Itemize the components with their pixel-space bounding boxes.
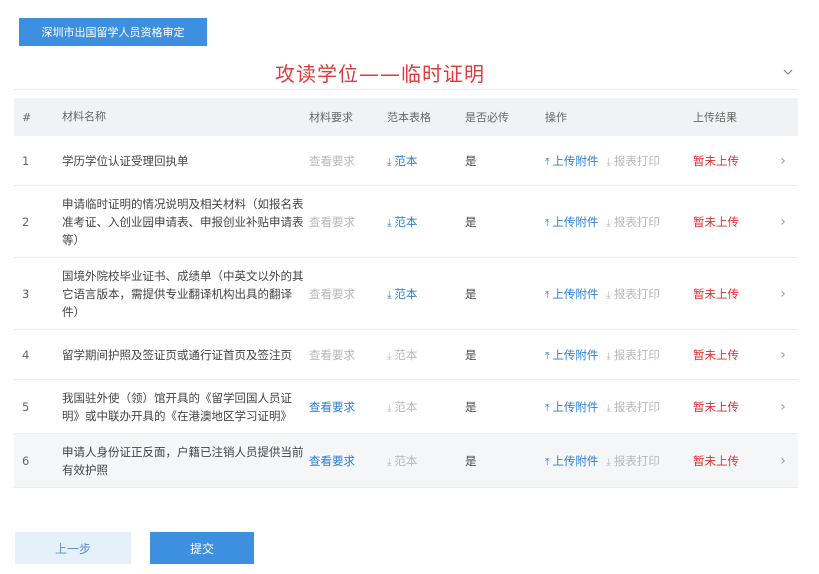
download-icon: ⤓ <box>387 456 392 468</box>
upload-attachment-button[interactable]: ⤒ 上传附件 <box>545 287 598 301</box>
download-icon: ⤓ <box>606 289 611 301</box>
header-num: # <box>22 110 32 124</box>
material-name: 申请人身份证正反面，户籍已注销人员提供当前有效护照 <box>62 444 304 477</box>
print-report-button[interactable]: ⤓ 报表打印 <box>606 454 659 468</box>
material-name: 国境外院校毕业证书、成绩单（中英文以外的其它语言版本，需提供专业翻译机构出具的翻… <box>62 268 304 319</box>
operations: ⤒ 上传附件 ⤓ 报表打印 <box>540 153 688 169</box>
header-template: 范本表格 <box>387 111 431 124</box>
table-row[interactable]: 2 申请临时证明的情况说明及相关材料（如报名表准考证、入创业园申请表、申报创业补… <box>14 186 798 258</box>
header-required: 是否必传 <box>465 111 509 124</box>
download-icon: ⤓ <box>387 217 392 229</box>
row-num: 3 <box>22 286 30 301</box>
operations: ⤒ 上传附件 ⤓ 报表打印 <box>540 347 688 363</box>
tab-qualification-review[interactable]: 深圳市出国留学人员资格审定 <box>19 18 207 46</box>
upload-attachment-button[interactable]: ⤒ 上传附件 <box>545 348 598 362</box>
upload-status: 暂未上传 <box>693 399 739 414</box>
table-row[interactable]: 5 我国驻外使（领）馆开具的《留学回国人员证明》或中联办开具的《在港澳地区学习证… <box>14 380 798 434</box>
template-download-link[interactable]: ⤓ 范本 <box>382 347 460 363</box>
chevron-right-icon[interactable]: › <box>768 347 798 363</box>
required-flag: 是 <box>465 347 477 362</box>
view-requirement-link[interactable]: 查看要求 <box>304 214 382 230</box>
view-requirement-link[interactable]: 查看要求 <box>304 453 382 469</box>
table-row[interactable]: 1 学历学位认证受理回执单 查看要求 ⤓ 范本 是 ⤒ 上传附件 ⤓ 报表打印 暂未上传… <box>14 136 798 186</box>
upload-attachment-button[interactable]: ⤒ 上传附件 <box>545 154 598 168</box>
template-download-link[interactable]: ⤓ 范本 <box>382 153 460 169</box>
chevron-down-icon[interactable] <box>779 66 797 84</box>
view-requirement-link[interactable]: 查看要求 <box>304 286 382 302</box>
download-icon: ⤓ <box>606 456 611 468</box>
required-flag: 是 <box>465 453 477 468</box>
template-download-link[interactable]: ⤓ 范本 <box>382 453 460 469</box>
chevron-right-icon[interactable]: › <box>768 153 798 169</box>
print-report-button[interactable]: ⤓ 报表打印 <box>606 400 659 414</box>
page-title: 攻读学位——临时证明 <box>275 62 485 86</box>
upload-status: 暂未上传 <box>693 453 739 468</box>
prev-step-button[interactable]: 上一步 <box>15 532 131 564</box>
template-download-link[interactable]: ⤓ 范本 <box>382 214 460 230</box>
view-requirement-link[interactable]: 查看要求 <box>304 399 382 415</box>
header-operation: 操作 <box>545 111 567 124</box>
material-name: 留学期间护照及签证页或通行证首页及签注页 <box>62 347 292 362</box>
template-download-link[interactable]: ⤓ 范本 <box>382 286 460 302</box>
view-requirement-link[interactable]: 查看要求 <box>304 153 382 169</box>
upload-attachment-button[interactable]: ⤒ 上传附件 <box>545 215 598 229</box>
download-icon: ⤓ <box>387 402 392 414</box>
download-icon: ⤓ <box>387 289 392 301</box>
download-icon: ⤓ <box>606 217 611 229</box>
download-icon: ⤓ <box>606 156 611 168</box>
chevron-right-icon[interactable]: › <box>768 214 798 230</box>
table-row[interactable]: 6 申请人身份证正反面，户籍已注销人员提供当前有效护照 查看要求 ⤓ 范本 是 ⤒… <box>14 434 798 488</box>
print-report-button[interactable]: ⤓ 报表打印 <box>606 287 659 301</box>
download-icon: ⤓ <box>606 350 611 362</box>
required-flag: 是 <box>465 214 477 229</box>
table-row[interactable]: 3 国境外院校毕业证书、成绩单（中英文以外的其它语言版本，需提供专业翻译机构出具… <box>14 258 798 330</box>
view-requirement-link[interactable]: 查看要求 <box>304 347 382 363</box>
row-num: 1 <box>22 153 30 168</box>
operations: ⤒ 上传附件 ⤓ 报表打印 <box>540 214 688 230</box>
chevron-right-icon[interactable]: › <box>768 286 798 302</box>
upload-status: 暂未上传 <box>693 153 739 168</box>
submit-button[interactable]: 提交 <box>150 532 254 564</box>
table-header: # 材料名称 材料要求 范本表格 是否必传 操作 上传结果 <box>14 98 798 136</box>
divider <box>14 89 798 90</box>
materials-table: # 材料名称 材料要求 范本表格 是否必传 操作 上传结果 1 学历学位认证受理… <box>14 98 798 488</box>
upload-icon: ⤒ <box>545 456 550 468</box>
download-icon: ⤓ <box>387 350 392 362</box>
download-icon: ⤓ <box>387 156 392 168</box>
row-num: 6 <box>22 453 30 468</box>
material-name: 学历学位认证受理回执单 <box>62 153 189 168</box>
upload-status: 暂未上传 <box>693 214 739 229</box>
material-name: 我国驻外使（领）馆开具的《留学回国人员证明》或中联办开具的《在港澳地区学习证明》 <box>62 390 292 423</box>
operations: ⤒ 上传附件 ⤓ 报表打印 <box>540 399 688 415</box>
upload-attachment-button[interactable]: ⤒ 上传附件 <box>545 454 598 468</box>
upload-attachment-button[interactable]: ⤒ 上传附件 <box>545 400 598 414</box>
header-requirement: 材料要求 <box>309 111 353 124</box>
download-icon: ⤓ <box>606 402 611 414</box>
table-row[interactable]: 4 留学期间护照及签证页或通行证首页及签注页 查看要求 ⤓ 范本 是 ⤒ 上传附件 ⤓… <box>14 330 798 380</box>
upload-status: 暂未上传 <box>693 286 739 301</box>
upload-icon: ⤒ <box>545 289 550 301</box>
upload-icon: ⤒ <box>545 402 550 414</box>
row-num: 4 <box>22 347 30 362</box>
required-flag: 是 <box>465 153 477 168</box>
upload-icon: ⤒ <box>545 350 550 362</box>
chevron-right-icon[interactable]: › <box>768 399 798 415</box>
operations: ⤒ 上传附件 ⤓ 报表打印 <box>540 286 688 302</box>
required-flag: 是 <box>465 399 477 414</box>
upload-icon: ⤒ <box>545 156 550 168</box>
chevron-right-icon[interactable]: › <box>768 453 798 469</box>
header-result: 上传结果 <box>693 111 737 124</box>
row-num: 2 <box>22 214 30 229</box>
print-report-button[interactable]: ⤓ 报表打印 <box>606 154 659 168</box>
print-report-button[interactable]: ⤓ 报表打印 <box>606 215 659 229</box>
material-name: 申请临时证明的情况说明及相关材料（如报名表准考证、入创业园申请表、申报创业补贴申… <box>62 196 304 247</box>
template-download-link[interactable]: ⤓ 范本 <box>382 399 460 415</box>
print-report-button[interactable]: ⤓ 报表打印 <box>606 348 659 362</box>
row-num: 5 <box>22 399 30 414</box>
upload-icon: ⤒ <box>545 217 550 229</box>
required-flag: 是 <box>465 286 477 301</box>
header-name: 材料名称 <box>62 110 106 123</box>
operations: ⤒ 上传附件 ⤓ 报表打印 <box>540 453 688 469</box>
upload-status: 暂未上传 <box>693 347 739 362</box>
